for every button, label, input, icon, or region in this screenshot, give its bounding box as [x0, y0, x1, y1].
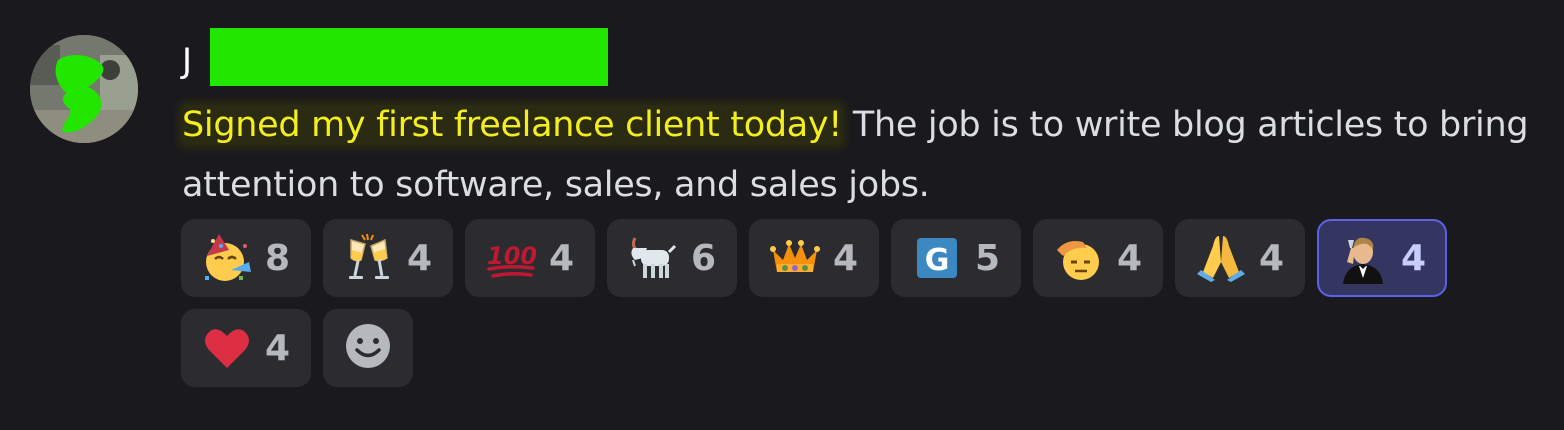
partying-face-icon	[199, 230, 255, 286]
folded-hands-icon	[1193, 230, 1249, 286]
reaction-clinking-glasses[interactable]: 4	[323, 219, 453, 297]
reaction-count: 4	[407, 237, 433, 279]
reaction-partying-face[interactable]: 8	[181, 219, 311, 297]
hundred-points-icon: 100	[483, 230, 539, 286]
clinking-glasses-icon	[341, 230, 397, 286]
reaction-count: 5	[975, 237, 1001, 279]
user-avatar[interactable]	[30, 35, 138, 143]
redaction-block	[210, 28, 608, 86]
reaction-count: 4	[1401, 237, 1427, 279]
crown-icon	[767, 230, 823, 286]
chat-message: J Signed my first freelance client today…	[0, 0, 1564, 430]
reaction-count: 6	[691, 237, 717, 279]
svg-text:G: G	[925, 243, 950, 278]
message-content: Signed my first freelance client today! …	[182, 95, 1532, 215]
author-header: J	[182, 28, 608, 86]
reaction-count: 4	[833, 237, 859, 279]
author-name[interactable]: J	[182, 44, 192, 78]
leo-toast-custom-icon	[1335, 230, 1391, 286]
reaction-count: 4	[1259, 237, 1285, 279]
reaction-leo-toast[interactable]: 4	[1317, 219, 1447, 297]
goat-icon	[625, 230, 681, 286]
g-letter-icon: G	[909, 230, 965, 286]
highlighted-text: Signed my first freelance client today!	[182, 105, 843, 145]
reaction-goat[interactable]: 6	[607, 219, 737, 297]
reaction-saluting-face[interactable]: 4	[1033, 219, 1163, 297]
reaction-count: 4	[1117, 237, 1143, 279]
red-heart-icon	[199, 320, 255, 376]
saluting-face-icon	[1051, 230, 1107, 286]
reaction-folded-hands[interactable]: 4	[1175, 219, 1305, 297]
reaction-count: 4	[549, 237, 575, 279]
reaction-g-letter[interactable]: G 5	[891, 219, 1021, 297]
reaction-count: 4	[265, 327, 291, 369]
smiley-add-icon	[345, 323, 391, 373]
add-reaction-button[interactable]	[323, 309, 413, 387]
reactions-bar: 8 4 100 4 6 4 G 5 4 4 4 4	[181, 219, 1461, 387]
reaction-count: 8	[265, 237, 291, 279]
reaction-crown[interactable]: 4	[749, 219, 879, 297]
reaction-hundred-points[interactable]: 100 4	[465, 219, 595, 297]
reaction-red-heart[interactable]: 4	[181, 309, 311, 387]
